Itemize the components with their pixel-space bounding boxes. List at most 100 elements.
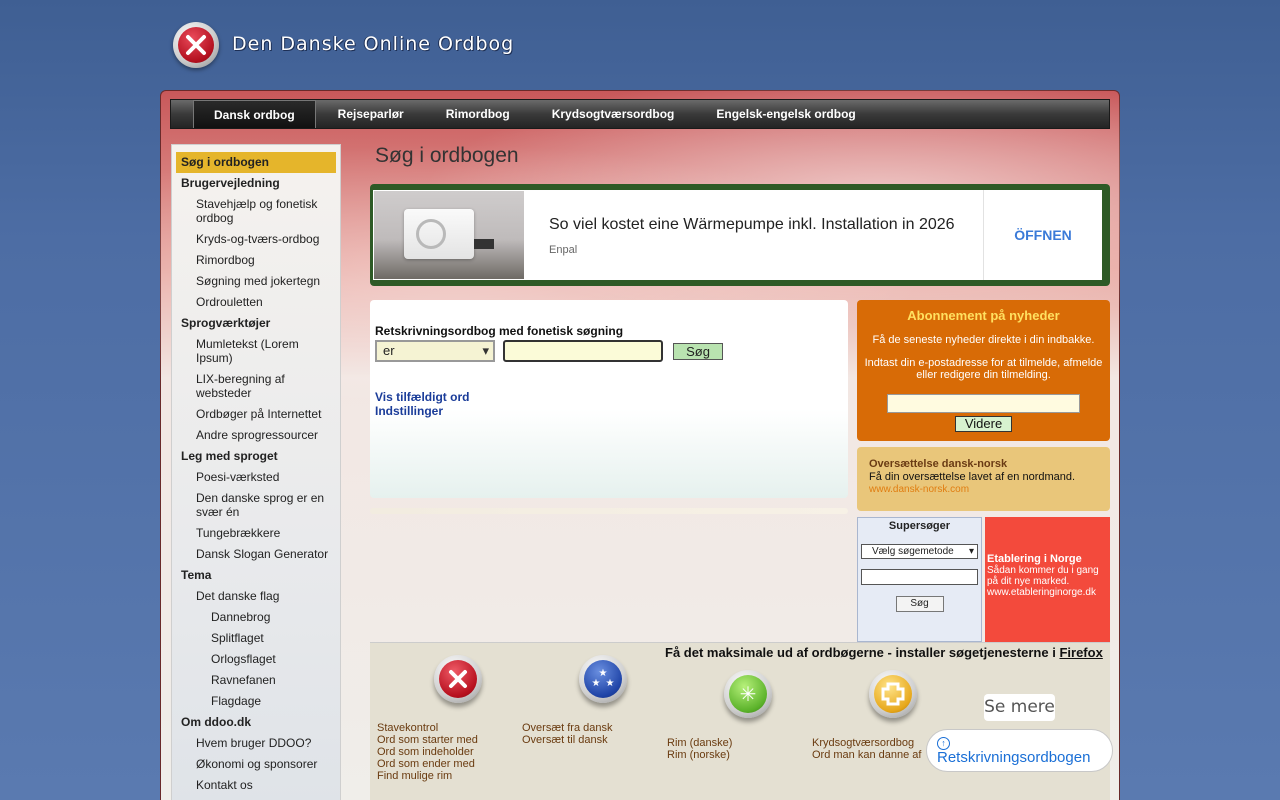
ddoo-search-icon[interactable] bbox=[434, 655, 482, 703]
norge-text: Sådan kommer du i gang på dit nye marked… bbox=[987, 565, 1099, 587]
page-title: Søg i ordbogen bbox=[375, 144, 519, 167]
sidebar-item-svaer-en[interactable]: Den danske sprog er en svær én bbox=[176, 488, 336, 523]
supersoger-search-button[interactable]: Søg bbox=[895, 596, 944, 612]
sidebar-item-mumletekst[interactable]: Mumletekst (Lorem Ipsum) bbox=[176, 334, 336, 369]
tab-krydsogtvaersordbog[interactable]: Krydsogtværsordbog bbox=[532, 100, 695, 128]
sidebar-item-sprogvaerktojer[interactable]: Sprogværktøjer bbox=[176, 313, 336, 334]
main-nav: Dansk ordbog Rejseparlør Rimordbog Kryds… bbox=[170, 99, 1110, 129]
search-label: Retskrivningsordbog med fonetisk søgning bbox=[375, 324, 624, 338]
sidebar-item-andre-sprogressourcer[interactable]: Andre sprogressourcer bbox=[176, 425, 336, 446]
cta-label: Retskrivningsordbogen bbox=[937, 749, 1091, 766]
sidebar-item-kontakt[interactable]: Kontakt os bbox=[176, 775, 336, 796]
sidebar-item-ordboger[interactable]: Ordbøger på Internettet bbox=[176, 404, 336, 425]
ad-headline[interactable]: So viel kostet eine Wärmepumpe inkl. Ins… bbox=[549, 216, 983, 234]
random-word-link[interactable]: Vis tilfældigt ord bbox=[375, 390, 843, 404]
search-input[interactable] bbox=[503, 340, 663, 362]
tool-list-3: Rim (danske) Rim (norske) bbox=[667, 737, 732, 761]
search-button[interactable]: Søg bbox=[673, 342, 723, 360]
firefox-link[interactable]: Firefox bbox=[1059, 645, 1102, 660]
promo-title[interactable]: Oversættelse dansk-norsk bbox=[869, 458, 1098, 470]
translate-stars-icon[interactable]: ★ ★ ★ bbox=[579, 655, 627, 703]
sidebar-item-hvem-bruger[interactable]: Hvem bruger DDOO? bbox=[176, 733, 336, 754]
tool-link[interactable]: Rim (danske) bbox=[667, 737, 732, 749]
sidebar-item-om-ddoo[interactable]: Om ddoo.dk bbox=[176, 712, 336, 733]
sidebar-item-ravnefanen[interactable]: Ravnefanen bbox=[176, 670, 336, 691]
supersoger-input[interactable] bbox=[861, 569, 978, 585]
crossword-icon[interactable] bbox=[869, 670, 917, 718]
sidebar-item-ordrouletten[interactable]: Ordrouletten bbox=[176, 292, 336, 313]
search-tools-strip bbox=[370, 642, 1110, 800]
ad-banner[interactable]: So viel kostet eine Wärmepumpe inkl. Ins… bbox=[370, 184, 1110, 286]
svg-text:★: ★ bbox=[592, 678, 601, 689]
sidebar: Søg i ordbogen Brugervejledning Stavehjæ… bbox=[171, 144, 341, 800]
tool-list-1: Stavekontrol Ord som starter med Ord som… bbox=[377, 722, 478, 782]
tool-link[interactable]: Ord som starter med bbox=[377, 734, 478, 746]
tool-list-4: Krydsogtværsordbog Ord man kan danne af bbox=[812, 737, 921, 761]
tool-link[interactable]: Stavekontrol bbox=[377, 722, 478, 734]
sidebar-item-flagdage[interactable]: Flagdage bbox=[176, 691, 336, 712]
ad-image[interactable] bbox=[374, 191, 524, 279]
supersoger-method-select[interactable]: Vælg søgemetode bbox=[861, 544, 978, 559]
tool-link[interactable]: Krydsogtværsordbog bbox=[812, 737, 921, 749]
sidebar-item-brugervejledning[interactable]: Brugervejledning bbox=[176, 173, 336, 194]
norge-link[interactable]: www.etableringinorge.dk bbox=[987, 587, 1108, 598]
sidebar-item-leg-med-sproget[interactable]: Leg med sproget bbox=[176, 446, 336, 467]
ad-source: Enpal bbox=[549, 244, 578, 256]
promo-link[interactable]: www.dansk-norsk.com bbox=[869, 484, 1098, 495]
tool-link[interactable]: Rim (norske) bbox=[667, 749, 732, 761]
divider bbox=[370, 508, 848, 514]
norge-title[interactable]: Etablering i Norge bbox=[987, 553, 1108, 565]
logo-x-icon bbox=[186, 35, 206, 55]
retskrivningsordbogen-cta[interactable]: ↑ Retskrivningsordbogen bbox=[926, 729, 1113, 772]
promo-text: Få din oversættelse lavet af en nordmand… bbox=[869, 471, 1076, 483]
site-title[interactable]: Den Danske Online Ordbog bbox=[232, 33, 514, 55]
promo-dansk-norsk[interactable]: Oversættelse dansk-norsk Få din oversætt… bbox=[857, 447, 1110, 511]
newsletter-box: Abonnement på nyheder Få de seneste nyhe… bbox=[857, 300, 1110, 441]
tool-link[interactable]: Oversæt til dansk bbox=[522, 734, 612, 746]
tool-link[interactable]: Ord som indeholder bbox=[377, 746, 478, 758]
sidebar-item-okonomi[interactable]: Økonomi og sponsorer bbox=[176, 754, 336, 775]
sidebar-item-dannebrog[interactable]: Dannebrog bbox=[176, 607, 336, 628]
sidebar-item-splitflaget[interactable]: Splitflaget bbox=[176, 628, 336, 649]
supersoger-box: Supersøger Vælg søgemetode Søg bbox=[857, 517, 982, 642]
supersoger-title: Supersøger bbox=[888, 520, 951, 532]
sidebar-item-rimordbog[interactable]: Rimordbog bbox=[176, 250, 336, 271]
sidebar-item-tema[interactable]: Tema bbox=[176, 565, 336, 586]
settings-link[interactable]: Indstillinger bbox=[375, 404, 843, 418]
tool-link[interactable]: Ord man kan danne af bbox=[812, 749, 921, 761]
sidebar-item-jokertegn[interactable]: Søgning med jokertegn bbox=[176, 271, 336, 292]
newsletter-email-input[interactable] bbox=[887, 394, 1080, 413]
search-panel: Retskrivningsordbog med fonetisk søgning… bbox=[370, 300, 848, 498]
tool-link[interactable]: Oversæt fra dansk bbox=[522, 722, 612, 734]
sidebar-item-poesi[interactable]: Poesi-værksted bbox=[176, 467, 336, 488]
sidebar-item-slogan[interactable]: Dansk Slogan Generator bbox=[176, 544, 336, 565]
firefox-install-headline: Få det maksimale ud af ordbøgerne - inst… bbox=[665, 645, 1103, 660]
ad-open-button[interactable]: ÖFFNEN bbox=[984, 190, 1102, 280]
newsletter-instructions: Indtast din e-postadresse for at tilmeld… bbox=[864, 357, 1103, 381]
newsletter-title: Abonnement på nyheder bbox=[907, 308, 1060, 323]
tab-rimordbog[interactable]: Rimordbog bbox=[426, 100, 530, 128]
sidebar-item-det-danske-flag[interactable]: Det danske flag bbox=[176, 586, 336, 607]
tool-link[interactable]: Find mulige rim bbox=[377, 770, 478, 782]
svg-text:✳: ✳ bbox=[740, 684, 757, 706]
sidebar-item-sog-i-ordbogen[interactable]: Søg i ordbogen bbox=[176, 152, 336, 173]
tab-rejseparlor[interactable]: Rejseparlør bbox=[318, 100, 424, 128]
site-logo[interactable] bbox=[173, 22, 219, 68]
sidebar-item-orlogsflaget[interactable]: Orlogsflaget bbox=[176, 649, 336, 670]
newsletter-text: Få de seneste nyheder direkte i din indb… bbox=[872, 334, 1095, 346]
sidebar-item-lix[interactable]: LIX-beregning af websteder bbox=[176, 369, 336, 404]
tab-engelsk-engelsk-ordbog[interactable]: Engelsk-engelsk ordbog bbox=[696, 100, 875, 128]
svg-text:★: ★ bbox=[606, 678, 615, 689]
etablering-norge-ad[interactable]: Etablering i Norge Sådan kommer du i gan… bbox=[985, 517, 1110, 642]
tool-list-2: Oversæt fra dansk Oversæt til dansk bbox=[522, 722, 612, 746]
sidebar-item-stavehjaelp[interactable]: Stavehjælp og fonetisk ordbog bbox=[176, 194, 336, 229]
tool-link[interactable]: Ord som ender med bbox=[377, 758, 478, 770]
search-mode-select[interactable]: er bbox=[375, 340, 495, 362]
tab-dansk-ordbog[interactable]: Dansk ordbog bbox=[193, 100, 316, 128]
fan-icon bbox=[416, 219, 446, 249]
sidebar-item-tungebraekkere[interactable]: Tungebrækkere bbox=[176, 523, 336, 544]
newsletter-submit-button[interactable]: Videre bbox=[955, 416, 1012, 432]
se-mere-button[interactable]: Se mere bbox=[984, 694, 1055, 721]
rhyme-icon[interactable]: ✳ bbox=[724, 670, 772, 718]
sidebar-item-kryds-og-tvaers[interactable]: Kryds-og-tværs-ordbog bbox=[176, 229, 336, 250]
